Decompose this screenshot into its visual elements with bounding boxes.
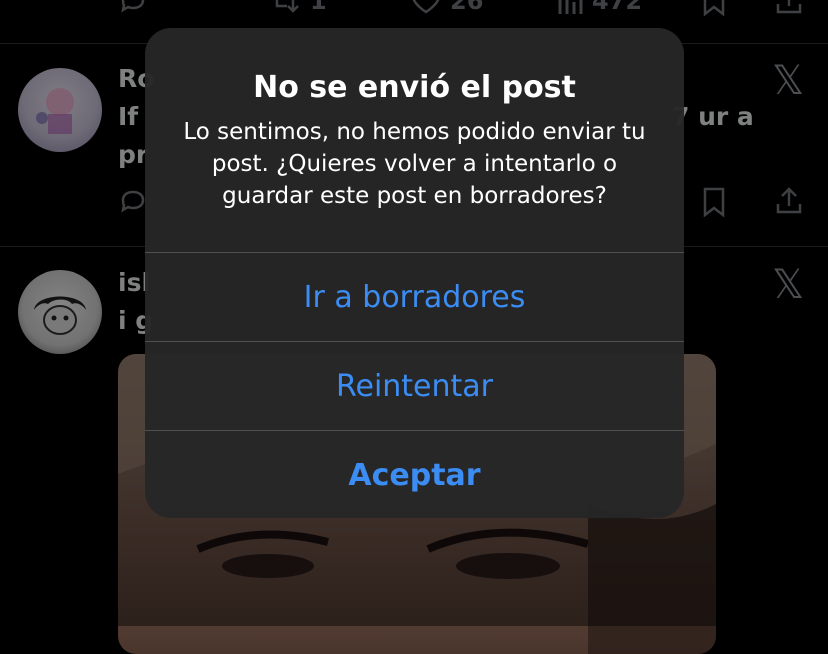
go-to-drafts-button[interactable]: Ir a borradores xyxy=(145,253,684,341)
alert-title: No se envió el post xyxy=(253,70,576,105)
alert-message: Lo sentimos, no hemos podido enviar tu p… xyxy=(183,119,646,209)
accept-button[interactable]: Aceptar xyxy=(145,431,684,518)
retry-button[interactable]: Reintentar xyxy=(145,342,684,430)
post-failed-alert: No se envió el post Lo sentimos, no hemo… xyxy=(145,28,684,518)
